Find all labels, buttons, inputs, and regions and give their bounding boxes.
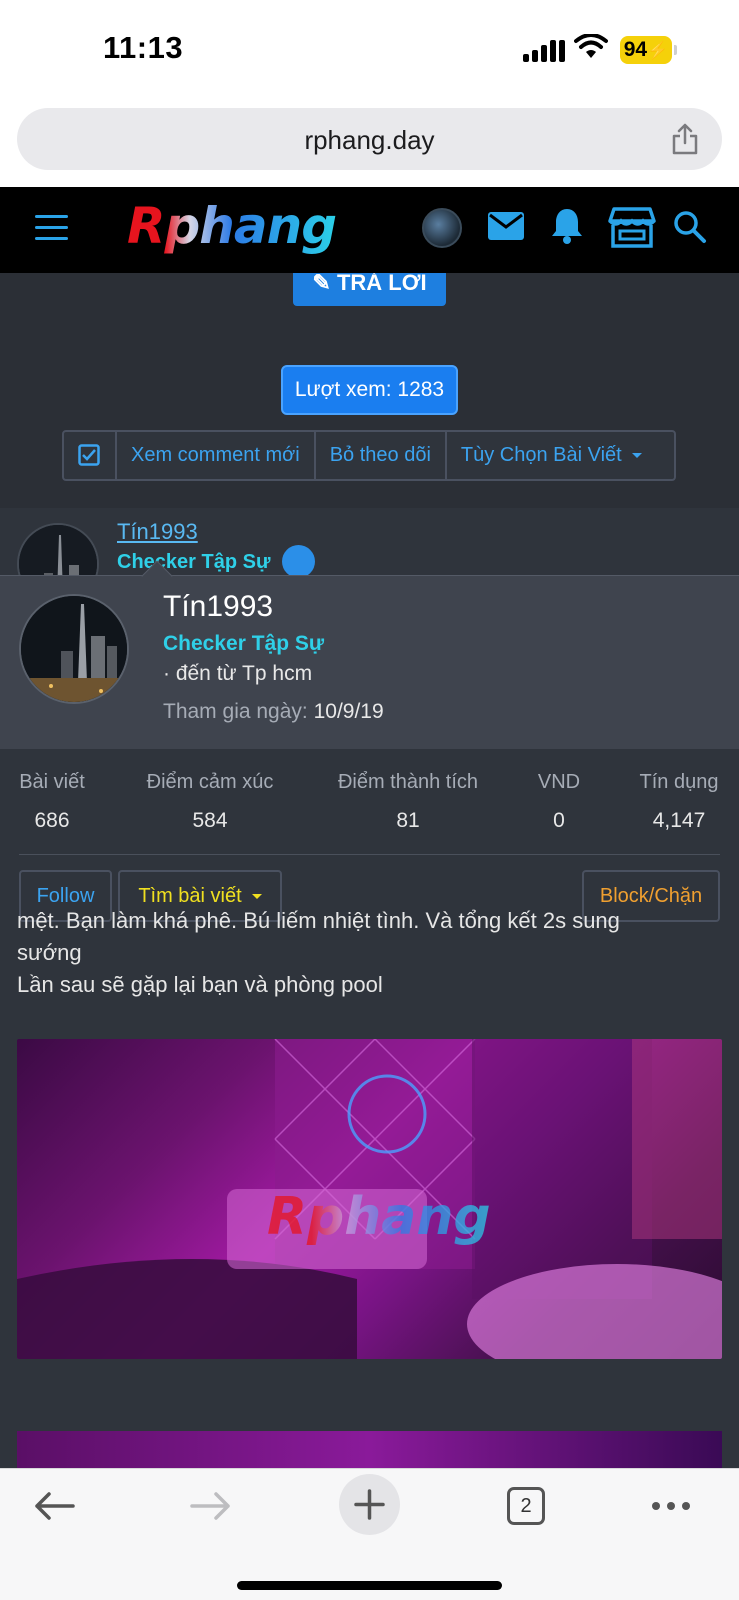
stat-reactions[interactable]: Điểm cảm xúc 584 <box>140 771 280 833</box>
post-text-line: Lần sau sẽ gặp lại bạn và phòng pool <box>17 972 383 997</box>
image-watermark: Rphang <box>267 1187 491 1247</box>
stat-value: 584 <box>192 809 228 832</box>
address-bar[interactable]: rphang.day <box>17 108 722 170</box>
views-counter[interactable]: Lượt xem: 1283 <box>281 365 458 415</box>
new-tab-button[interactable] <box>339 1474 400 1535</box>
stat-label: Bài viết <box>19 771 85 793</box>
status-time: 11:13 <box>103 30 184 65</box>
post-author-name[interactable]: Tín1993 <box>117 519 198 545</box>
browser-address-area: rphang.day <box>0 100 739 187</box>
bell-icon[interactable] <box>550 207 584 245</box>
member-location: · đến từ Tp hcm <box>163 662 313 685</box>
menu-icon[interactable] <box>35 215 68 241</box>
post-options-dropdown[interactable]: Tùy Chọn Bài Viết <box>447 432 656 479</box>
chevron-down-icon <box>251 894 262 900</box>
site-header: Rphang <box>0 187 739 273</box>
new-comments-button[interactable]: Xem comment mới <box>117 432 316 479</box>
mail-icon[interactable] <box>487 211 525 241</box>
post-options-label: Tùy Chọn Bài Viết <box>460 444 622 466</box>
thread-action-bar: Xem comment mới Bỏ theo dõi Tùy Chọn Bài… <box>62 430 676 481</box>
member-tooltip-card: Tín1993 Checker Tập Sự · đến từ Tp hcm T… <box>0 560 739 941</box>
city-skyline-image <box>21 596 127 702</box>
user-avatar[interactable] <box>422 208 462 248</box>
plus-icon <box>354 1489 385 1520</box>
stat-label: Điểm thành tích <box>337 771 479 793</box>
post-text-line: sướng <box>17 940 82 965</box>
wifi-icon <box>574 34 608 58</box>
cellular-signal-icon <box>523 38 565 62</box>
post-photo-next[interactable] <box>17 1431 722 1468</box>
battery-indicator: 94⚡ <box>620 36 677 64</box>
reply-label: TRẢ LỜI <box>336 273 427 295</box>
stat-vnd[interactable]: VND 0 <box>533 771 585 833</box>
post-author-title: Checker Tập Sự <box>117 551 271 573</box>
join-date: 10/9/19 <box>313 700 384 723</box>
stat-posts[interactable]: Bài viết 686 <box>14 771 90 833</box>
member-join-date: Tham gia ngày: 10/9/19 <box>163 700 384 724</box>
stat-label: Tín dụng <box>639 771 719 793</box>
stat-value: 4,147 <box>652 809 706 832</box>
member-avatar[interactable] <box>19 594 129 704</box>
address-url[interactable]: rphang.day <box>17 125 722 156</box>
checkbox-icon[interactable] <box>78 444 100 466</box>
info-icon[interactable] <box>282 545 315 578</box>
tabs-button[interactable]: 2 <box>507 1487 545 1525</box>
stat-value: 81 <box>396 809 420 832</box>
stat-label: Điểm cảm xúc <box>146 771 274 793</box>
unfollow-button[interactable]: Bỏ theo dõi <box>316 432 447 479</box>
divider <box>19 854 720 855</box>
search-icon[interactable] <box>673 210 707 244</box>
thread-content: ✎ TRẢ LỜI Lượt xem: 1283 Xem comment mới… <box>0 273 739 1468</box>
select-checkbox[interactable] <box>64 432 117 479</box>
member-name[interactable]: Tín1993 <box>163 590 273 624</box>
pencil-icon: ✎ <box>312 273 331 295</box>
reply-button[interactable]: ✎ TRẢ LỜI <box>293 273 446 306</box>
share-icon[interactable] <box>670 122 700 156</box>
join-label: Tham gia ngày: <box>163 700 308 723</box>
charging-bolt-icon: ⚡ <box>647 41 669 60</box>
post-body: mệt. Bạn làm khá phê. Bú liếm nhiệt tình… <box>17 905 722 1001</box>
stat-label: VND <box>537 771 581 793</box>
battery-level: 94 <box>623 38 648 61</box>
find-posts-label: Tìm bài viết <box>138 885 242 907</box>
browser-toolbar: 2 <box>0 1468 739 1600</box>
back-arrow-icon[interactable] <box>33 1491 75 1521</box>
status-bar: 11:13 94⚡ <box>0 0 739 100</box>
stat-credits[interactable]: Tín dụng 4,147 <box>636 771 722 833</box>
post-photo-room[interactable]: Rphang <box>17 1039 722 1359</box>
stat-value: 686 <box>34 809 70 832</box>
store-icon[interactable] <box>608 205 656 249</box>
post-text-line: mệt. Bạn làm khá phê. Bú liếm nhiệt tình… <box>17 908 620 933</box>
stat-trophy-points[interactable]: Điểm thành tích 81 <box>333 771 483 833</box>
home-indicator <box>237 1581 502 1590</box>
site-logo[interactable]: Rphang <box>127 197 337 255</box>
chevron-down-icon <box>631 453 642 459</box>
forward-arrow-icon[interactable] <box>190 1491 232 1521</box>
member-title: Checker Tập Sự <box>163 632 325 655</box>
stat-value: 0 <box>553 809 565 832</box>
more-icon[interactable] <box>651 1501 691 1511</box>
